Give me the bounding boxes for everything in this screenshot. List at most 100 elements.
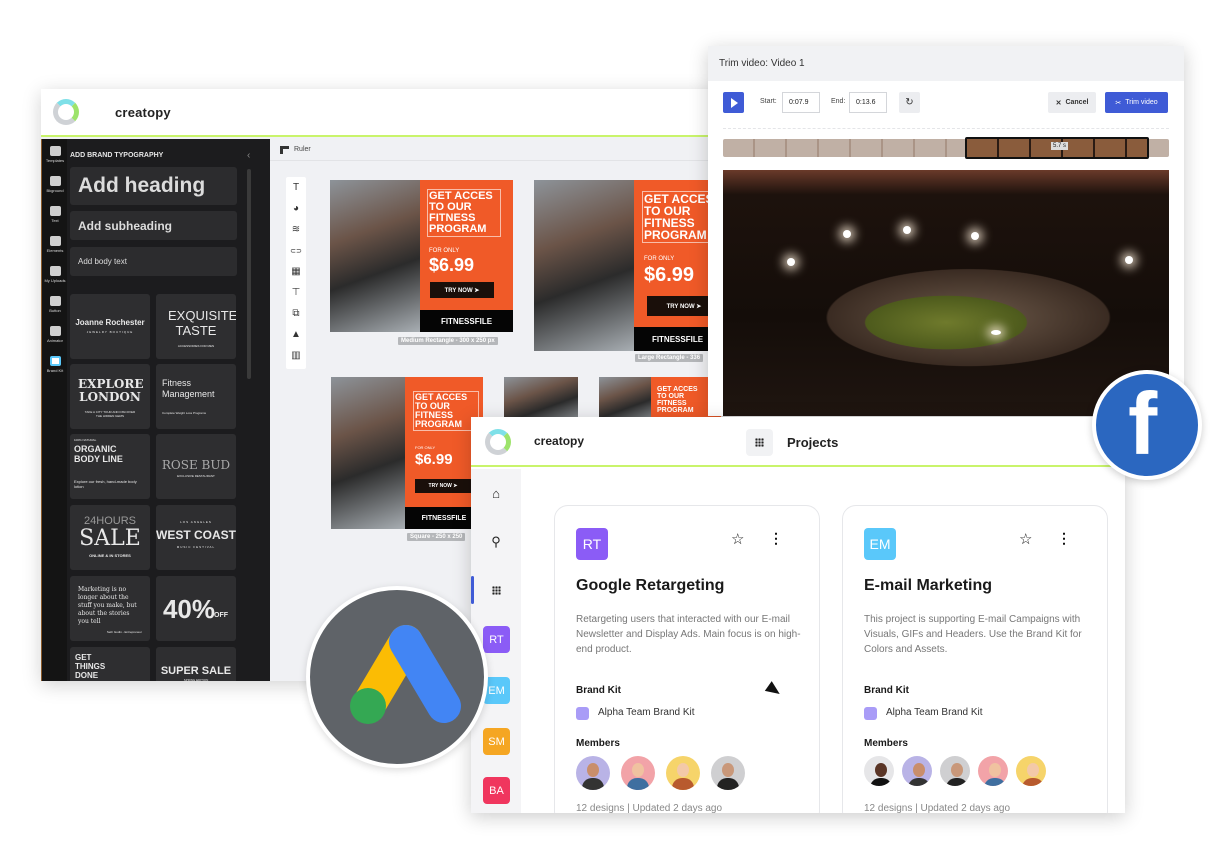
more-options-icon[interactable]: ⋮ xyxy=(769,530,783,547)
avatar-body xyxy=(870,778,892,786)
members-heading: Members xyxy=(576,738,620,749)
layers-icon[interactable]: ≋ xyxy=(286,219,306,240)
editor-topbar: creatopy xyxy=(41,89,721,137)
rail-brand-kit[interactable]: Brand Kit xyxy=(42,349,68,379)
panel-scrollbar[interactable] xyxy=(247,169,251,379)
text-template[interactable]: 40% OFF xyxy=(156,576,236,641)
sidebar-project-rt[interactable]: RT xyxy=(483,626,510,653)
facebook-icon: f xyxy=(1128,374,1158,473)
rail-animator[interactable]: Animator xyxy=(42,319,68,349)
avatar[interactable] xyxy=(940,756,970,786)
avatar[interactable] xyxy=(666,756,700,790)
text-template[interactable]: ROSE BUD EXCLUSIVE RESTAURANT xyxy=(156,434,236,499)
star-icon[interactable]: ☆ xyxy=(1019,530,1032,548)
athlete-photo xyxy=(331,377,405,529)
paint-roller-icon[interactable]: ⊤ xyxy=(286,282,306,303)
avatar-face xyxy=(722,763,734,777)
project-title[interactable]: Google Retargeting xyxy=(576,577,724,595)
text-template[interactable]: EXPLORE LONDON TAKE A CITY TOUR AND DISC… xyxy=(70,364,150,429)
text-tool-icon[interactable]: T xyxy=(286,177,306,198)
text-template[interactable]: Fitness Management Complete Weight Loss … xyxy=(156,364,236,429)
ruler-label[interactable]: Ruler xyxy=(294,146,311,153)
link-icon[interactable]: ⊂⊃ xyxy=(286,240,306,261)
avatar[interactable] xyxy=(621,756,655,790)
text-template[interactable]: Joanne Rochester JEWELRY BOUTIQUE xyxy=(70,294,150,359)
rail-label: Button xyxy=(49,307,61,313)
avatar-body xyxy=(1022,778,1044,786)
ad-cta-button: TRY NOW ➤ xyxy=(430,282,494,298)
project-title[interactable]: E-mail Marketing xyxy=(864,577,992,595)
avatar[interactable] xyxy=(711,756,745,790)
sidebar-project-sm[interactable]: SM xyxy=(483,728,510,755)
duplicate-icon[interactable]: ⧉ xyxy=(286,303,306,324)
template-main-text: ROSE BUD xyxy=(161,458,231,472)
google-ads-green-dot xyxy=(350,688,386,724)
project-meta: 12 designs | Updated 2 days ago xyxy=(864,803,1011,813)
project-card[interactable]: RT ☆ ⋮ Google Retargeting Retargeting us… xyxy=(554,505,820,813)
trim-selection-range[interactable]: 5.7 s xyxy=(965,137,1149,159)
ruler-icon[interactable] xyxy=(280,146,289,154)
palette-icon[interactable]: ◕ xyxy=(286,198,306,219)
text-template[interactable]: Marketing is no longer about the stuff y… xyxy=(70,576,150,641)
star-icon[interactable]: ☆ xyxy=(731,530,744,548)
play-button[interactable] xyxy=(723,92,744,113)
lock-icon[interactable]: ▲ xyxy=(286,324,306,345)
ad-large-rectangle[interactable]: GET ACCES TO OUR FITNESS PROGRAM FOR ONL… xyxy=(534,180,721,351)
more-options-icon[interactable]: ⋮ xyxy=(1057,530,1071,547)
avatar[interactable] xyxy=(1016,756,1046,786)
avatar-face xyxy=(913,763,925,777)
add-subheading-button[interactable]: Add subheading xyxy=(70,211,237,240)
avatar-body xyxy=(582,778,604,790)
search-button[interactable]: ⚲ xyxy=(471,522,521,562)
film-icon[interactable]: ▦ xyxy=(286,261,306,282)
sidebar-project-ba[interactable]: BA xyxy=(483,777,510,804)
avatar[interactable] xyxy=(978,756,1008,786)
rail-templates[interactable]: Templates xyxy=(42,139,68,169)
add-heading-button[interactable]: Add heading xyxy=(70,167,237,205)
start-time-input[interactable]: 0:07.9 xyxy=(782,92,820,113)
project-card[interactable]: EM ☆ ⋮ E-mail Marketing This project is … xyxy=(842,505,1108,813)
button-icon xyxy=(49,295,61,306)
ad-square[interactable]: GET ACCES TO OUR FITNESS PROGRAM FOR ONL… xyxy=(331,377,483,529)
text-template[interactable]: 24HOURS SALE ONLINE & IN STORES xyxy=(70,505,150,570)
project-description: Retargeting users that interacted with o… xyxy=(576,614,801,655)
text-template[interactable]: 100% NATURAL ORGANIC BODY LINE Explore o… xyxy=(70,434,150,499)
trim-video-button[interactable]: ✂ Trim video xyxy=(1105,92,1168,113)
rail-button[interactable]: Button xyxy=(42,289,68,319)
rail-text[interactable]: Text xyxy=(42,199,68,229)
rail-label: Animator xyxy=(46,337,63,343)
home-button[interactable]: ⌂ xyxy=(471,473,521,513)
rail-label: Text xyxy=(51,217,59,223)
template-sub-text: SPRING EDITION xyxy=(183,678,209,681)
element-toolstrip: T ◕ ≋ ⊂⊃ ▦ ⊤ ⧉ ▲ ▥ xyxy=(286,177,306,369)
avatar[interactable] xyxy=(864,756,894,786)
template-sub-text: JEWELRY BOUTIQUE xyxy=(86,330,134,334)
projects-window: creatopy Projects ⌂ ⚲ RT EM SM BA RT ☆ ⋮… xyxy=(471,417,1125,813)
stadium-light xyxy=(843,230,851,238)
end-time-input[interactable]: 0:13.6 xyxy=(849,92,887,113)
trash-icon[interactable]: ▥ xyxy=(286,345,306,366)
avatar[interactable] xyxy=(902,756,932,786)
avatar[interactable] xyxy=(576,756,610,790)
trim-dialog-title: Trim video: Video 1 xyxy=(708,46,1184,81)
brand-kit-name[interactable]: Alpha Team Brand Kit xyxy=(886,707,983,718)
video-preview[interactable] xyxy=(723,170,1169,416)
ad-medium-rectangle[interactable]: GET ACCES TO OUR FITNESS PROGRAM FOR ONL… xyxy=(330,180,513,332)
text-template[interactable]: LOS ANGELES WEST COAST MUSIC FESTIVAL xyxy=(156,505,236,570)
collapse-icon[interactable]: ‹ xyxy=(247,150,250,161)
stadium-light xyxy=(1125,256,1133,264)
rail-uploads[interactable]: My Uploads xyxy=(42,259,68,289)
rail-background[interactable]: Bkground xyxy=(42,169,68,199)
reset-button[interactable]: ↻ xyxy=(899,92,920,113)
text-template[interactable]: EXQUISITE TASTE ACCESSORIES FOR MEN xyxy=(156,294,236,359)
project-badge: RT xyxy=(576,528,608,560)
apps-menu-button[interactable] xyxy=(746,429,773,456)
text-template[interactable]: SUPER SALE SPRING EDITION xyxy=(156,647,236,681)
animator-icon xyxy=(49,325,61,336)
text-template[interactable]: GET THINGS DONE xyxy=(70,647,150,681)
creatopy-logo-icon xyxy=(485,429,511,455)
brand-kit-name[interactable]: Alpha Team Brand Kit xyxy=(598,707,695,718)
add-body-text-button[interactable]: Add body text xyxy=(70,247,237,276)
rail-elements[interactable]: Elements xyxy=(42,229,68,259)
cancel-button[interactable]: ✕ Cancel xyxy=(1048,92,1096,113)
